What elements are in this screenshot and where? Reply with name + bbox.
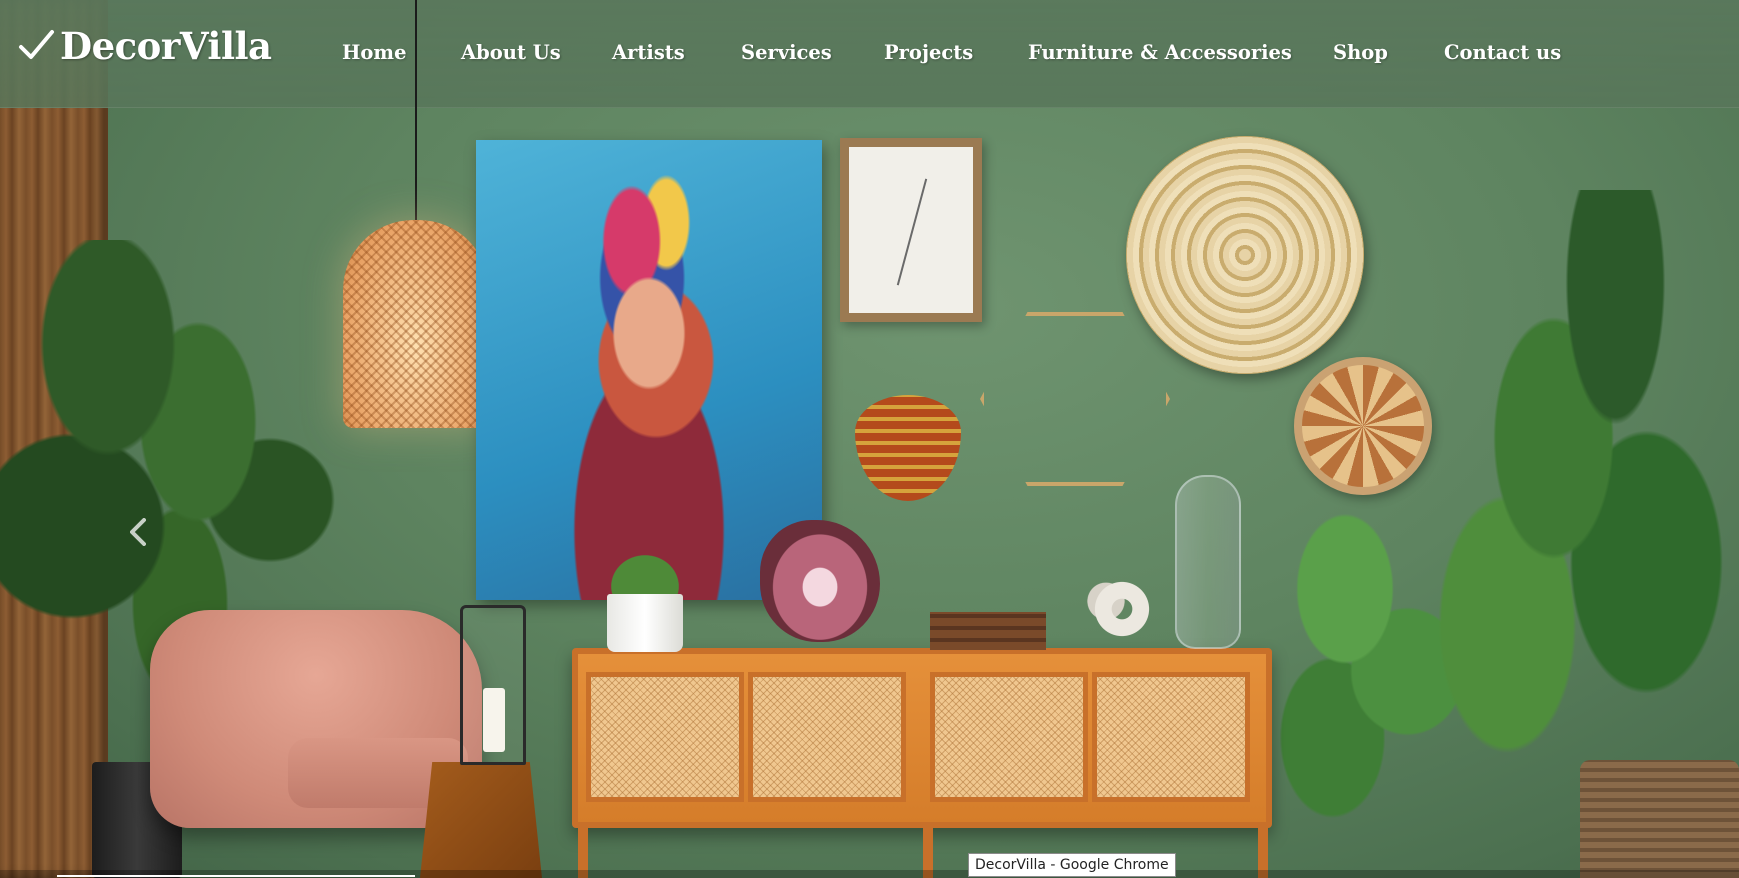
- woven-fan: [855, 395, 961, 501]
- bottom-indicator-line: [57, 875, 415, 877]
- cabinet-door: [586, 672, 744, 802]
- nav-contact-us[interactable]: Contact us: [1444, 38, 1561, 68]
- main-nav: Home About Us Artists Services Projects …: [0, 38, 1739, 68]
- white-pot: [607, 594, 683, 652]
- nav-projects[interactable]: Projects: [884, 38, 973, 68]
- nav-home[interactable]: Home: [342, 38, 406, 68]
- candle-lantern: [460, 605, 526, 765]
- cabinet-door: [1092, 672, 1250, 802]
- nav-furniture-accessories[interactable]: Furniture & Accessories: [1028, 38, 1292, 68]
- pendant-lamp: [343, 220, 489, 428]
- geode: [760, 520, 880, 642]
- nav-about-us[interactable]: About Us: [461, 38, 561, 68]
- glass-vase: [1175, 475, 1241, 649]
- book-stack: [930, 612, 1046, 650]
- woven-wall-plate: [1126, 136, 1364, 374]
- lamp-cord: [415, 0, 417, 222]
- portrait-painting: [476, 140, 822, 600]
- cabinet-door: [748, 672, 906, 802]
- hero-banner: [0, 0, 1739, 878]
- hexagon-shelf: [980, 312, 1170, 486]
- botanical-frame: [840, 138, 982, 322]
- nav-artists[interactable]: Artists: [612, 38, 685, 68]
- basket-planter: [1580, 760, 1739, 878]
- woven-wall-basket: [1294, 357, 1432, 495]
- nav-shop[interactable]: Shop: [1333, 38, 1388, 68]
- chevron-left-icon: [127, 517, 149, 547]
- carousel-prev-button[interactable]: [116, 506, 160, 558]
- nav-services[interactable]: Services: [741, 38, 832, 68]
- wood-stool: [420, 762, 542, 878]
- cabinet-door: [930, 672, 1088, 802]
- succulent: [586, 532, 704, 600]
- window-tooltip: DecorVilla - Google Chrome: [968, 853, 1176, 877]
- rattan-cabinet: [572, 648, 1272, 828]
- knot-sculpture: [1082, 570, 1162, 648]
- plant-right: [1430, 190, 1739, 810]
